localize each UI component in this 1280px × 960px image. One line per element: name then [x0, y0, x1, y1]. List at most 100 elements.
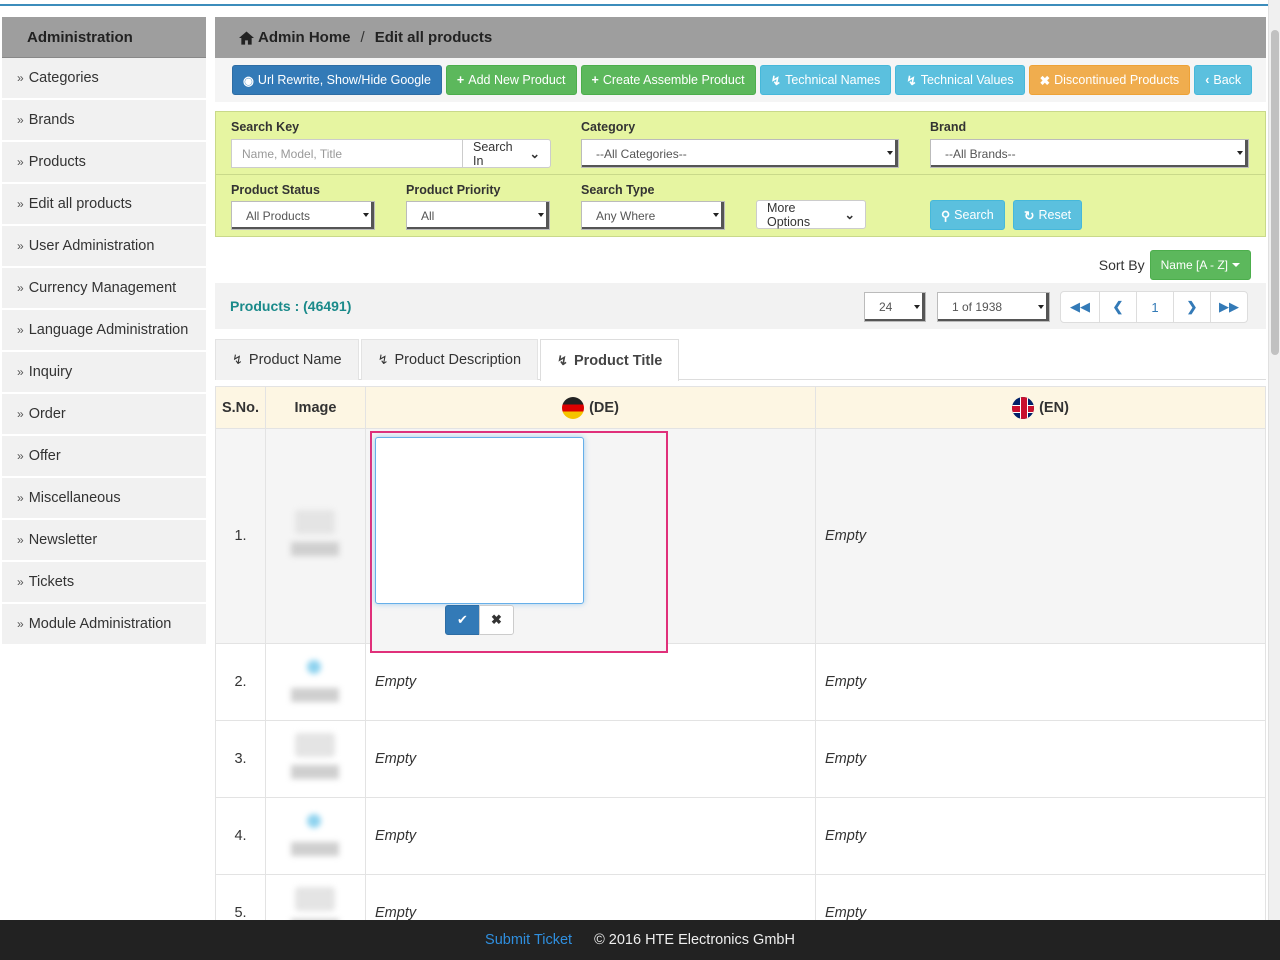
tab-product-name[interactable]: ↯ Product Name: [215, 339, 359, 380]
add-new-product-button[interactable]: + Add New Product: [445, 65, 577, 95]
search-key-input[interactable]: Name, Model, Title: [231, 139, 463, 168]
page-scrollbar[interactable]: [1268, 0, 1280, 920]
more-options-button[interactable]: More Options ⌄: [756, 200, 866, 229]
add-new-product-label: Add New Product: [468, 73, 566, 87]
search-type-label: Search Type: [581, 183, 655, 197]
sidebar-item-categories[interactable]: » Categories: [2, 58, 206, 100]
bolt-icon: ↯: [557, 352, 568, 368]
chevron-down-icon: ⌄: [529, 147, 540, 161]
back-button[interactable]: ‹ Back: [1194, 65, 1253, 95]
sidebar-item-edit-all-products[interactable]: » Edit all products: [2, 184, 206, 226]
sidebar-item-order[interactable]: » Order: [2, 394, 206, 436]
product-priority-select[interactable]: All: [406, 201, 550, 230]
sidebar-item-inquiry[interactable]: » Inquiry: [2, 352, 206, 394]
tab-label: Product Description: [394, 352, 522, 368]
tab-product-description[interactable]: ↯ Product Description: [360, 339, 539, 380]
title-de-textarea[interactable]: [375, 437, 584, 604]
raquo-icon: »: [17, 281, 24, 295]
sidebar-item-user-administration[interactable]: » User Administration: [2, 226, 206, 268]
double-chevron-left-icon: ◀◀: [1070, 299, 1090, 314]
sidebar-item-products[interactable]: » Products: [2, 142, 206, 184]
caret-down-icon: [1232, 263, 1240, 267]
submit-ticket-link[interactable]: Submit Ticket: [485, 932, 572, 948]
confirm-button[interactable]: ✔: [445, 605, 480, 635]
technical-names-button[interactable]: ↯ Technical Names: [759, 65, 892, 95]
product-image: [265, 643, 366, 721]
chevron-left-icon: ‹: [1205, 73, 1210, 87]
category-select[interactable]: --All Categories--: [581, 139, 899, 168]
sidebar-item-label: Language Administration: [28, 322, 189, 338]
raquo-icon: »: [17, 407, 24, 421]
row-de-cell[interactable]: Empty: [365, 643, 816, 721]
cancel-button[interactable]: ✖: [479, 605, 514, 635]
product-image: [265, 797, 366, 875]
sidebar-item-currency-management[interactable]: » Currency Management: [2, 268, 206, 310]
search-type-select[interactable]: Any Where: [581, 201, 725, 230]
last-page-button[interactable]: ▶▶: [1210, 291, 1248, 323]
sidebar-item-label: Inquiry: [28, 364, 73, 380]
bolt-icon: ↯: [232, 352, 243, 367]
plus-icon: +: [456, 73, 465, 87]
page-select[interactable]: 1 of 1938: [937, 292, 1050, 322]
row-sno: 1.: [215, 428, 266, 644]
back-label: Back: [1213, 73, 1242, 87]
table-row: 4. Empty Empty: [215, 797, 1266, 875]
row-de-cell[interactable]: Empty: [365, 720, 816, 798]
page-number-button[interactable]: 1: [1136, 291, 1174, 323]
sidebar-item-label: Miscellaneous: [28, 490, 121, 506]
scrollbar-thumb[interactable]: [1271, 30, 1279, 355]
select-arrow-icon: [363, 213, 369, 217]
url-rewrite-button[interactable]: ◉ Url Rewrite, Show/Hide Google: [232, 65, 442, 95]
tab-label: Product Name: [248, 352, 342, 368]
sort-dropdown[interactable]: Name [A - Z]: [1149, 250, 1251, 280]
toolbar: ◉ Url Rewrite, Show/Hide Google + Add New …: [215, 58, 1266, 102]
search-button[interactable]: ⚲ Search: [930, 200, 1005, 230]
raquo-icon: »: [17, 71, 24, 85]
sidebar-item-brands[interactable]: » Brands: [2, 100, 206, 142]
sidebar-item-newsletter[interactable]: » Newsletter: [2, 520, 206, 562]
breadcrumb-home-link[interactable]: Admin Home: [258, 29, 351, 46]
row-en-cell[interactable]: Empty: [815, 643, 1266, 721]
brand-select[interactable]: --All Brands--: [930, 139, 1249, 168]
per-page-select[interactable]: 24: [864, 292, 926, 322]
header-en-label: (EN): [1039, 399, 1069, 416]
row-en-cell[interactable]: Empty: [815, 720, 1266, 798]
first-page-button[interactable]: ◀◀: [1060, 291, 1100, 323]
bolt-icon: ↯: [377, 352, 389, 367]
reset-button[interactable]: ↻ Reset: [1013, 200, 1083, 230]
row-en-value: Empty: [825, 751, 867, 767]
product-image: [265, 720, 366, 798]
sidebar-item-language-administration[interactable]: » Language Administration: [2, 310, 206, 352]
row-sno: 3.: [215, 720, 266, 798]
row-en-cell[interactable]: Empty: [815, 797, 1266, 875]
sidebar-item-offer[interactable]: » Offer: [2, 436, 206, 478]
chevron-down-icon: ⌄: [844, 208, 855, 222]
next-page-button[interactable]: ❯: [1173, 291, 1211, 323]
search-in-dropdown[interactable]: Search In ⌄: [462, 139, 551, 168]
discontinued-products-button[interactable]: ✖ Discontinued Products: [1028, 65, 1191, 95]
product-status-select[interactable]: All Products: [231, 201, 375, 230]
sort-value: Name [A - Z]: [1160, 258, 1228, 272]
sidebar-item-miscellaneous[interactable]: » Miscellaneous: [2, 478, 206, 520]
row-en-cell[interactable]: Empty: [815, 428, 1266, 644]
filter-divider: [216, 174, 1265, 175]
check-icon: ✔: [457, 612, 468, 627]
sidebar-item-tickets[interactable]: » Tickets: [2, 562, 206, 604]
prev-page-button[interactable]: ❮: [1099, 291, 1137, 323]
raquo-icon: »: [17, 197, 24, 211]
sidebar-item-label: Module Administration: [28, 616, 172, 632]
category-value: --All Categories--: [596, 146, 687, 161]
select-arrow-icon: [1237, 151, 1243, 155]
more-options-label: More Options: [767, 200, 811, 229]
row-de-cell[interactable]: Empty: [365, 797, 816, 875]
select-arrow-icon: [713, 213, 719, 217]
raquo-icon: »: [17, 155, 24, 169]
sidebar-item-module-administration[interactable]: » Module Administration: [2, 604, 206, 646]
globe-icon: ◉: [243, 73, 254, 88]
technical-values-button[interactable]: ↯ Technical Values: [895, 65, 1025, 95]
tab-product-title[interactable]: ↯ Product Title: [540, 339, 680, 381]
create-assemble-product-button[interactable]: + Create Assemble Product: [580, 65, 756, 95]
refresh-icon: ↻: [1024, 208, 1035, 223]
row-sno: 2.: [215, 643, 266, 721]
search-button-label: Search: [954, 208, 994, 222]
